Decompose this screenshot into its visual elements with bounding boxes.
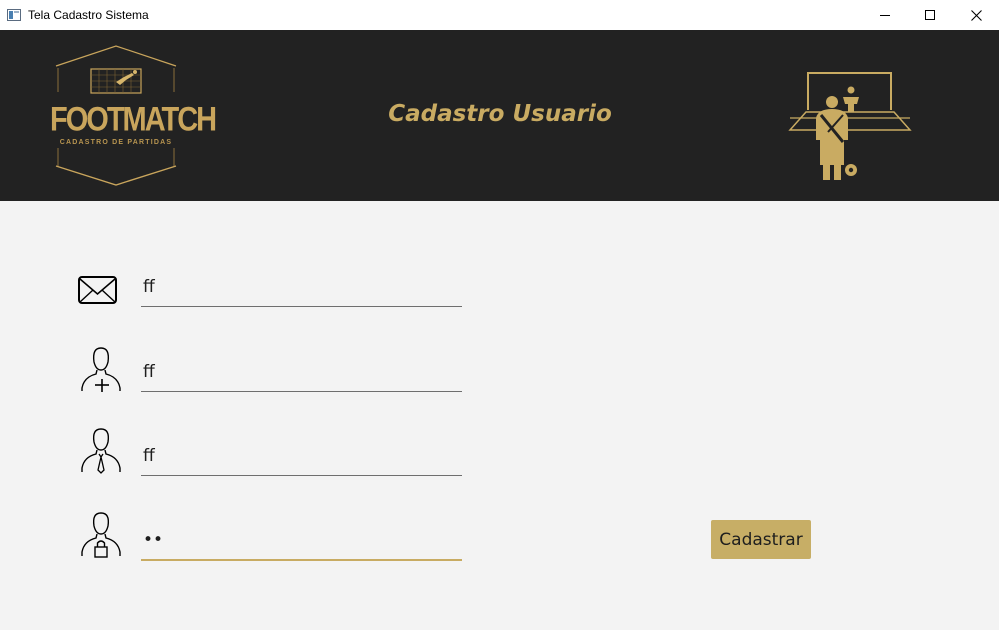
envelope-icon	[77, 270, 121, 318]
cadastrar-button[interactable]: Cadastrar	[711, 520, 811, 559]
user-add-icon	[79, 346, 123, 394]
email-field[interactable]	[141, 270, 462, 307]
password-input[interactable]	[143, 525, 453, 555]
minimize-button[interactable]	[862, 0, 908, 30]
minimize-icon	[880, 15, 890, 16]
logo-wordmark: FOOTMATCH	[50, 101, 217, 139]
app-window: Tela Cadastro Sistema FOOTMATCH CADASTRO…	[0, 0, 999, 630]
logo-tagline: CADASTRO DE PARTIDAS	[59, 139, 173, 146]
window-title: Tela Cadastro Sistema	[28, 8, 149, 22]
maximize-button[interactable]	[907, 0, 953, 30]
page-title: Cadastro Usuario	[388, 101, 612, 127]
user-lock-icon	[79, 512, 123, 560]
goalkeeper-illustration-icon	[788, 72, 912, 180]
app-window-icon	[7, 8, 21, 21]
email-input[interactable]	[143, 272, 453, 302]
username-field[interactable]	[141, 439, 462, 476]
footmatch-logo: FOOTMATCH CADASTRO DE PARTIDAS	[50, 44, 217, 188]
header-banner: FOOTMATCH CADASTRO DE PARTIDAS Cadastro …	[0, 30, 999, 201]
username-input[interactable]	[143, 441, 453, 471]
maximize-icon	[925, 10, 935, 20]
close-button[interactable]	[953, 0, 999, 30]
name-input[interactable]	[143, 357, 453, 387]
user-tie-icon	[79, 428, 123, 476]
close-icon	[970, 9, 982, 21]
name-field[interactable]	[141, 355, 462, 392]
title-bar: Tela Cadastro Sistema	[0, 0, 999, 30]
password-field[interactable]	[141, 523, 462, 561]
